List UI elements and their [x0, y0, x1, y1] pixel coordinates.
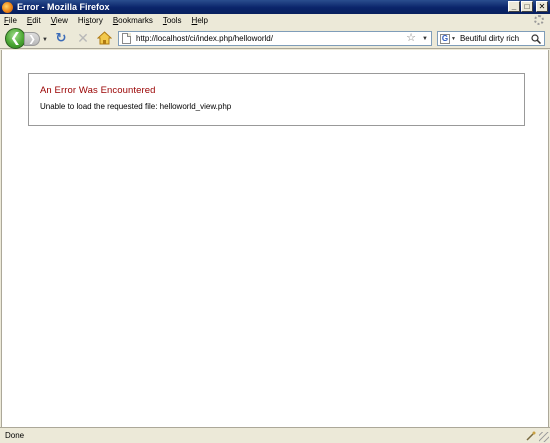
search-bar[interactable]: G ▼ Beutiful dirty rich	[437, 31, 545, 46]
close-button[interactable]: ✕	[536, 1, 548, 12]
address-bar[interactable]: http://localhost/ci/index.php/helloworld…	[118, 31, 432, 46]
back-button[interactable]: ❮	[5, 28, 26, 49]
window-controls: _ □ ✕	[508, 1, 548, 12]
error-container: An Error Was Encountered Unable to load …	[28, 73, 525, 126]
error-heading: An Error Was Encountered	[40, 85, 156, 96]
window-title: Error - Mozilla Firefox	[17, 2, 110, 12]
url-text[interactable]: http://localhost/ci/index.php/helloworld…	[136, 34, 406, 43]
menu-help[interactable]: Help	[192, 16, 208, 25]
search-input[interactable]: Beutiful dirty rich	[460, 34, 531, 43]
maximize-button[interactable]: □	[521, 1, 533, 12]
reload-icon: ↻	[55, 30, 67, 45]
minimize-button[interactable]: _	[508, 1, 520, 12]
home-button[interactable]	[97, 31, 112, 45]
menu-edit[interactable]: Edit	[27, 16, 41, 25]
stop-button[interactable]: ✕	[76, 31, 90, 45]
page-content: An Error Was Encountered Unable to load …	[1, 50, 549, 427]
title-bar: Error - Mozilla Firefox _ □ ✕	[0, 0, 550, 14]
history-dropdown-icon[interactable]: ▼	[42, 37, 48, 43]
status-text: Done	[5, 431, 25, 440]
forward-arrow-icon: ❯	[28, 34, 36, 44]
home-icon	[97, 31, 112, 45]
throbber-icon	[534, 15, 544, 25]
addon-icon[interactable]	[526, 431, 536, 441]
back-arrow-icon: ❮	[10, 30, 21, 45]
search-icon[interactable]	[531, 33, 541, 44]
status-bar: Done	[0, 427, 550, 443]
firefox-logo-icon	[2, 1, 13, 13]
error-message: Unable to load the requested file: hello…	[40, 102, 232, 111]
stop-icon: ✕	[77, 30, 89, 46]
menu-bookmarks[interactable]: Bookmarks	[113, 16, 153, 25]
resize-grip[interactable]	[539, 432, 549, 442]
navigation-toolbar: ❮ ❯ ▼ ↻ ✕ http://localhost/ci/index.php/…	[0, 27, 550, 49]
menu-view[interactable]: View	[51, 16, 68, 25]
google-engine-icon[interactable]: G	[440, 33, 450, 44]
engine-dropdown-icon[interactable]: ▼	[451, 36, 456, 42]
bookmark-star-icon[interactable]: ☆	[406, 32, 416, 45]
forward-button[interactable]: ❯	[24, 32, 40, 46]
reload-button[interactable]: ↻	[54, 31, 68, 45]
page-icon	[122, 33, 131, 44]
menu-tools[interactable]: Tools	[163, 16, 182, 25]
menu-history[interactable]: History	[78, 16, 103, 25]
menu-bar: File Edit View History Bookmarks Tools H…	[0, 14, 550, 27]
menu-file[interactable]: File	[4, 16, 17, 25]
url-dropdown-icon[interactable]: ▼	[422, 36, 428, 42]
